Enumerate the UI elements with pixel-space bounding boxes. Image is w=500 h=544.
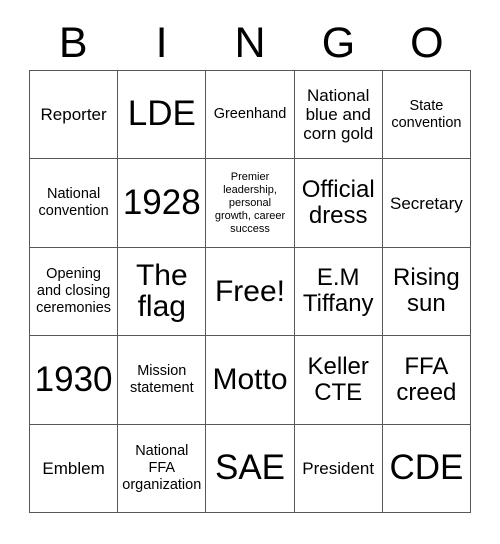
bingo-cell-free-space[interactable]: Free! [206, 247, 295, 337]
bingo-cell-o3[interactable]: Rising sun [382, 247, 471, 337]
bingo-cell-i4[interactable]: Mission statement [118, 336, 207, 425]
bingo-cell-text: National blue and corn gold [303, 86, 374, 144]
bingo-cell-g1[interactable]: National blue and corn gold [294, 71, 383, 160]
bingo-cell-n4[interactable]: Motto [206, 336, 295, 425]
bingo-cell-text: 1928 [122, 182, 201, 222]
bingo-card: B I N G O Reporter LDE Greenhand Nationa… [0, 0, 500, 544]
bingo-cell-n5[interactable]: SAE [206, 424, 295, 513]
bingo-cell-i2[interactable]: 1928 [118, 159, 207, 248]
bingo-cell-text: Free! [214, 274, 285, 308]
bingo-cell-text: Reporter [40, 105, 107, 125]
bingo-cell-text: The flag [135, 258, 188, 324]
bingo-cell-i5[interactable]: National FFA organization [118, 424, 207, 513]
bingo-cell-text: Opening and closing ceremonies [36, 266, 112, 316]
bingo-cell-o2[interactable]: Secretary [382, 159, 471, 248]
bingo-cell-b3[interactable]: Opening and closing ceremonies [30, 247, 119, 337]
bingo-cell-b1[interactable]: Reporter [30, 71, 119, 160]
bingo-cell-text: Premier leadership, personal growth, car… [214, 170, 286, 235]
bingo-cell-text: Motto [212, 362, 288, 396]
bingo-cell-text: Keller CTE [307, 352, 369, 406]
bingo-cell-text: National FFA organization [122, 443, 202, 493]
bingo-header-letter-b: B [58, 18, 88, 67]
bingo-grid: Reporter LDE Greenhand National blue and… [29, 70, 471, 513]
bingo-cell-text: President [302, 458, 375, 478]
bingo-cell-i1[interactable]: LDE [118, 71, 207, 160]
bingo-cell-o5[interactable]: CDE [382, 424, 471, 513]
bingo-cell-n1[interactable]: Greenhand [206, 71, 295, 160]
bingo-cell-text: Greenhand [213, 106, 287, 123]
bingo-cell-text: National convention [38, 186, 109, 220]
bingo-cell-text: SAE [214, 447, 286, 487]
bingo-cell-text: Mission statement [129, 363, 194, 396]
bingo-cell-b2[interactable]: National convention [30, 159, 119, 248]
bingo-cell-text: State convention [391, 98, 462, 131]
bingo-header-letter-g: G [321, 18, 356, 67]
bingo-header-letter-i: I [155, 18, 168, 67]
bingo-cell-b4[interactable]: 1930 [30, 336, 119, 425]
bingo-cell-text: 1930 [34, 359, 113, 399]
bingo-cell-o4[interactable]: FFA creed [382, 336, 471, 425]
bingo-cell-g2[interactable]: Official dress [294, 159, 383, 248]
bingo-cell-text: Rising sun [393, 264, 460, 318]
bingo-cell-text: LDE [127, 94, 196, 134]
bingo-cell-o1[interactable]: State convention [382, 71, 471, 160]
bingo-header-letter-n: N [234, 18, 266, 67]
bingo-cell-text: Official dress [301, 175, 375, 230]
bingo-cell-g3[interactable]: E.M Tiffany [294, 247, 383, 337]
bingo-cell-text: FFA creed [396, 352, 457, 406]
bingo-header-row: B I N G O [29, 16, 471, 70]
bingo-cell-g4[interactable]: Keller CTE [294, 336, 383, 425]
bingo-cell-text: Emblem [42, 458, 105, 478]
bingo-cell-g5[interactable]: President [294, 424, 383, 513]
bingo-cell-text: E.M Tiffany [302, 264, 374, 318]
bingo-cell-n2[interactable]: Premier leadership, personal growth, car… [206, 159, 295, 248]
bingo-cell-text: CDE [389, 447, 464, 487]
bingo-cell-i3[interactable]: The flag [118, 247, 207, 337]
bingo-cell-text: Secretary [390, 193, 463, 213]
bingo-cell-b5[interactable]: Emblem [30, 424, 119, 513]
bingo-header-letter-o: O [410, 18, 444, 67]
